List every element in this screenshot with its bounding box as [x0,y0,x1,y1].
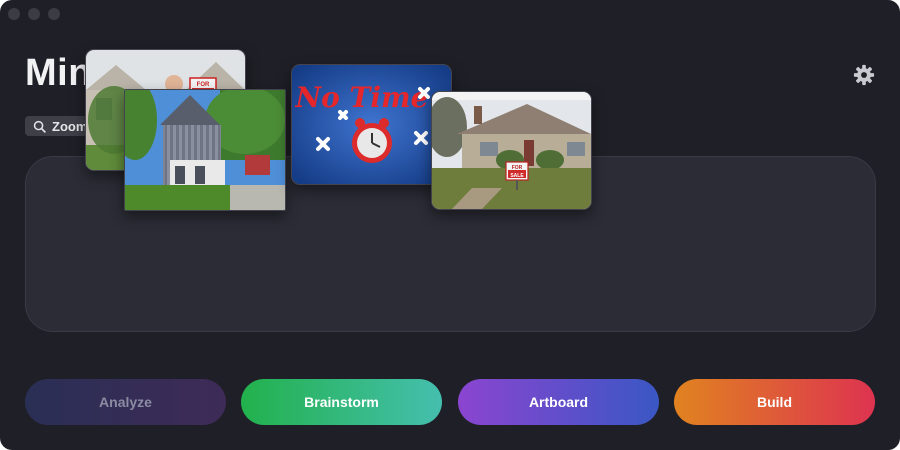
image-card-victorian-house[interactable] [124,89,286,211]
no-time-image: No Time [292,65,451,184]
close-dot-icon[interactable] [8,8,20,20]
gear-icon[interactable] [853,64,875,86]
minimize-dot-icon[interactable] [28,8,40,20]
search-icon [33,120,46,133]
analyze-button[interactable]: Analyze [25,379,226,425]
window-controls [8,8,60,20]
ranch-house-image: FOR SALE [432,92,591,209]
app-window: Min Zoom s [0,0,900,450]
victorian-house-image [125,90,285,210]
brainstorm-button[interactable]: Brainstorm [241,379,442,425]
image-card-ranch-house[interactable]: FOR SALE [431,91,592,210]
build-button[interactable]: Build [674,379,875,425]
zoom-dot-icon[interactable] [48,8,60,20]
page-title: Min [25,52,92,94]
zoom-label: Zoom [52,118,88,134]
image-card-no-time[interactable]: No Time [291,64,452,185]
svg-text:SALE: SALE [510,173,524,179]
svg-text:FOR: FOR [197,82,210,88]
artboard-button[interactable]: Artboard [458,379,659,425]
no-time-text: No Time [295,81,429,114]
svg-text:FOR: FOR [512,165,523,171]
